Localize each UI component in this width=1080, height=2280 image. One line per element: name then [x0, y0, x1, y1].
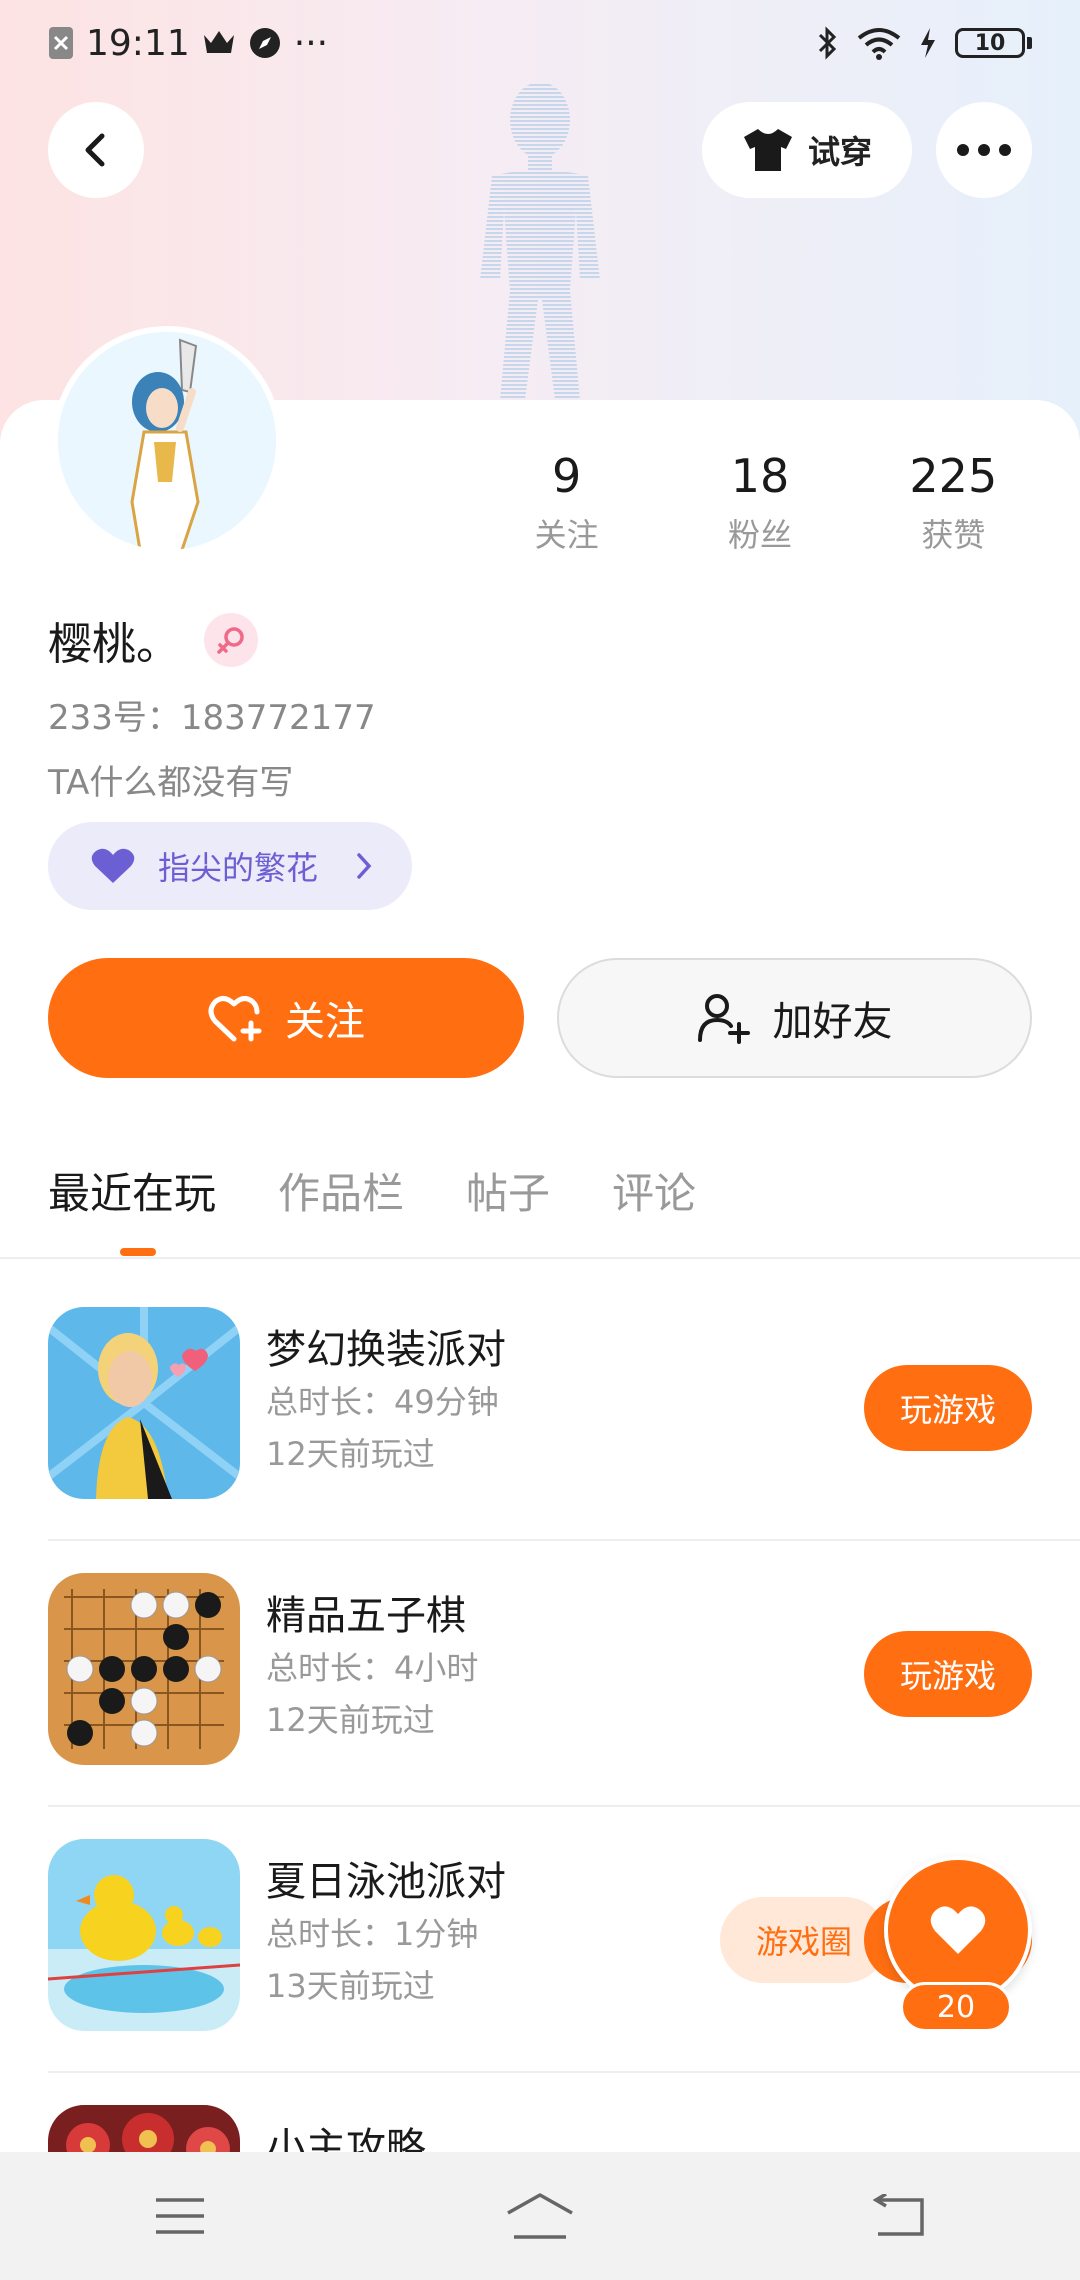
status-more: ··· — [293, 22, 329, 64]
user-avatar[interactable] — [52, 326, 282, 556]
nav-back-button[interactable] — [840, 2176, 960, 2256]
status-time: 19:11 — [86, 22, 190, 64]
tag-chip-label: 指尖的繁花 — [158, 849, 319, 887]
follow-label: 关注 — [285, 999, 365, 1045]
menu-icon — [156, 2198, 204, 2234]
tab-works[interactable]: 作品栏 — [278, 1160, 404, 1221]
game-icon-dress-up — [48, 1307, 240, 1499]
play-game-button[interactable]: 玩游戏 — [864, 1365, 1032, 1451]
tab-posts[interactable]: 帖子 — [466, 1160, 550, 1221]
game-duration: 总时长：49分钟 — [266, 1383, 499, 1421]
profile-stats: 9 关注 18 粉丝 225 获赞 — [470, 446, 1050, 556]
stat-likes[interactable]: 225 获赞 — [857, 446, 1050, 556]
heart-plus-icon — [208, 996, 262, 1042]
game-duration: 总时长：1分钟 — [266, 1915, 479, 1953]
add-friend-label: 加好友 — [772, 999, 893, 1045]
user-id: 233号：183772177 — [48, 698, 376, 738]
stat-followers-value: 18 — [730, 449, 790, 503]
play-game-button[interactable]: 玩游戏 — [864, 1631, 1032, 1717]
bluetooth-icon — [817, 26, 839, 60]
tab-recently-played[interactable]: 最近在玩 — [48, 1160, 216, 1221]
system-navigation-bar — [0, 2152, 1080, 2280]
compass-icon — [248, 26, 282, 60]
like-count-badge: 20 — [900, 1982, 1012, 2032]
game-circle-button[interactable]: 游戏圈 — [720, 1897, 888, 1983]
crown-icon — [202, 29, 236, 57]
game-last-played: 12天前玩过 — [266, 1435, 435, 1473]
stat-likes-value: 225 — [909, 449, 998, 503]
wifi-icon — [857, 26, 901, 60]
stat-likes-label: 获赞 — [921, 516, 986, 554]
nickname: 樱桃。 — [48, 619, 180, 670]
user-bio: TA什么都没有写 — [48, 763, 294, 803]
avatar-silhouette-image — [480, 82, 600, 400]
game-duration: 总时长：4小时 — [266, 1649, 479, 1687]
active-tab-indicator — [120, 1248, 156, 1256]
game-icon-pool-party — [48, 1839, 240, 2031]
game-icon-gomoku — [48, 1573, 240, 1765]
heart-icon — [930, 1906, 986, 1954]
heart-icon — [91, 848, 135, 883]
game-last-played: 13天前玩过 — [266, 1967, 435, 2005]
stat-following-value: 9 — [552, 449, 582, 503]
game-title: 精品五子棋 — [266, 1593, 466, 1639]
battery-indicator: 10 — [955, 28, 1032, 58]
tab-comments[interactable]: 评论 — [612, 1160, 696, 1221]
status-bar: 19:11 ··· 10 — [0, 0, 1080, 86]
game-list-item[interactable]: 精品五子棋 总时长：4小时 12天前玩过 玩游戏 — [48, 1541, 1080, 1807]
female-gender-icon — [204, 613, 258, 667]
profile-tabs: 最近在玩 作品栏 帖子 评论 — [48, 1160, 696, 1221]
try-on-button[interactable]: 试穿 — [702, 102, 912, 198]
back-button[interactable] — [48, 102, 144, 198]
nav-menu-button[interactable] — [120, 2176, 240, 2256]
game-last-played: 12天前玩过 — [266, 1701, 435, 1739]
tshirt-icon — [743, 129, 792, 171]
add-friend-button[interactable]: 加好友 — [557, 958, 1032, 1078]
try-on-label: 试穿 — [807, 133, 872, 171]
tabs-divider — [0, 1257, 1080, 1259]
tag-chip[interactable]: 指尖的繁花 — [48, 822, 412, 910]
game-list-item[interactable]: 梦幻换装派对 总时长：49分钟 12天前玩过 玩游戏 — [48, 1275, 1080, 1541]
battery-level: 10 — [955, 28, 1025, 58]
game-title: 夏日泳池派对 — [266, 1859, 506, 1905]
back-arrow-icon — [85, 133, 105, 167]
notification-icon — [48, 26, 74, 60]
more-dots-icon — [957, 144, 1011, 156]
back-nav-icon — [872, 2194, 924, 2236]
game-title: 梦幻换装派对 — [266, 1327, 506, 1373]
stat-following-label: 关注 — [534, 516, 599, 554]
follow-button[interactable]: 关注 — [48, 958, 524, 1078]
charging-icon — [919, 26, 937, 60]
chevron-right-icon — [357, 853, 372, 879]
stat-followers-label: 粉丝 — [727, 516, 792, 554]
nav-home-button[interactable] — [480, 2176, 600, 2256]
stat-following[interactable]: 9 关注 — [470, 446, 663, 556]
nickname-row: 樱桃。 — [48, 608, 258, 672]
stat-followers[interactable]: 18 粉丝 — [663, 446, 856, 556]
add-user-icon — [697, 994, 750, 1044]
more-options-button[interactable] — [936, 102, 1032, 198]
home-icon — [507, 2193, 573, 2239]
